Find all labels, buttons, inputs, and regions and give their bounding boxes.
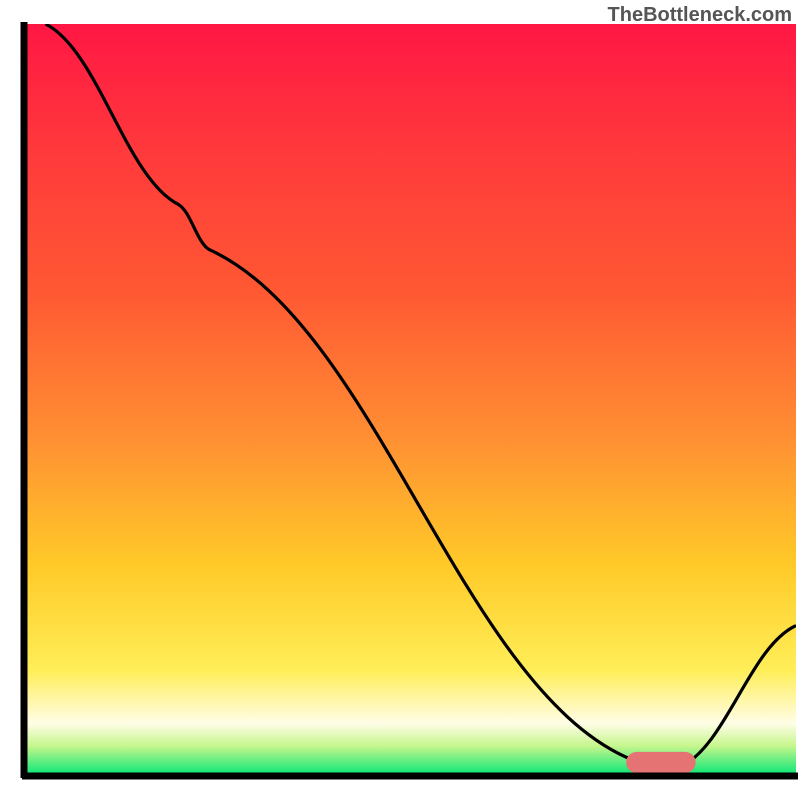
plot-background	[24, 24, 796, 776]
chart-svg	[0, 0, 800, 800]
chart-container: TheBottleneck.com	[0, 0, 800, 800]
optimal-range-marker	[626, 752, 695, 773]
watermark-text: TheBottleneck.com	[608, 4, 792, 27]
